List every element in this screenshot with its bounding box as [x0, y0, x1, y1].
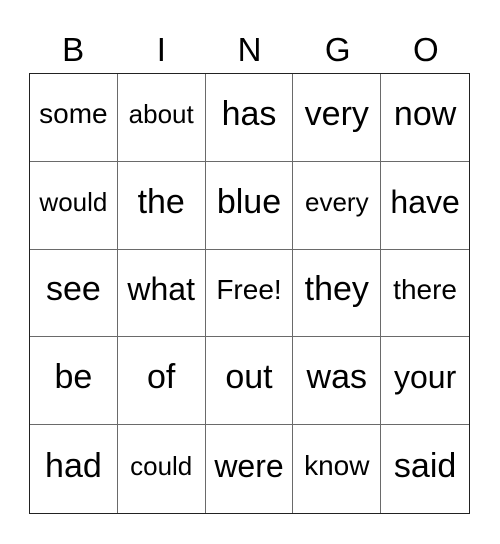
- bingo-cell[interactable]: there: [381, 250, 469, 338]
- bingo-cell[interactable]: every: [293, 161, 382, 250]
- header-letter-o: O: [413, 31, 439, 68]
- bingo-cell[interactable]: they: [293, 249, 382, 338]
- bingo-cell[interactable]: were: [206, 425, 294, 513]
- bingo-cell[interactable]: had: [30, 425, 118, 513]
- header-letter-b: B: [62, 31, 85, 68]
- bingo-cell[interactable]: have: [381, 162, 469, 250]
- bingo-cell[interactable]: could: [118, 425, 206, 513]
- bingo-cell[interactable]: would: [30, 161, 118, 250]
- bingo-cell[interactable]: blue: [205, 161, 294, 250]
- header-letter-g: G: [324, 31, 351, 68]
- bingo-cell[interactable]: of: [117, 337, 206, 426]
- bingo-header: B I N G O: [29, 30, 470, 70]
- bingo-cell[interactable]: now: [381, 74, 469, 162]
- header-letter-i: I: [156, 31, 166, 68]
- bingo-cell[interactable]: has: [205, 74, 294, 162]
- bingo-cell[interactable]: see: [30, 249, 118, 338]
- bingo-cell[interactable]: know: [293, 425, 382, 513]
- bingo-cell[interactable]: about: [117, 74, 206, 162]
- bingo-cell[interactable]: what: [117, 249, 206, 338]
- header-letter-n: N: [237, 31, 262, 68]
- bingo-cell[interactable]: said: [381, 425, 469, 513]
- bingo-cell[interactable]: the: [117, 161, 206, 250]
- bingo-card-grid: some about has very now would the blue e…: [29, 73, 470, 514]
- bingo-cell[interactable]: be: [30, 337, 118, 426]
- bingo-cell[interactable]: was: [293, 337, 382, 426]
- bingo-cell[interactable]: your: [381, 337, 469, 426]
- bingo-free-space[interactable]: Free!: [205, 249, 294, 338]
- bingo-cell[interactable]: some: [30, 74, 118, 162]
- bingo-cell[interactable]: out: [205, 337, 294, 426]
- bingo-cell[interactable]: very: [293, 74, 382, 162]
